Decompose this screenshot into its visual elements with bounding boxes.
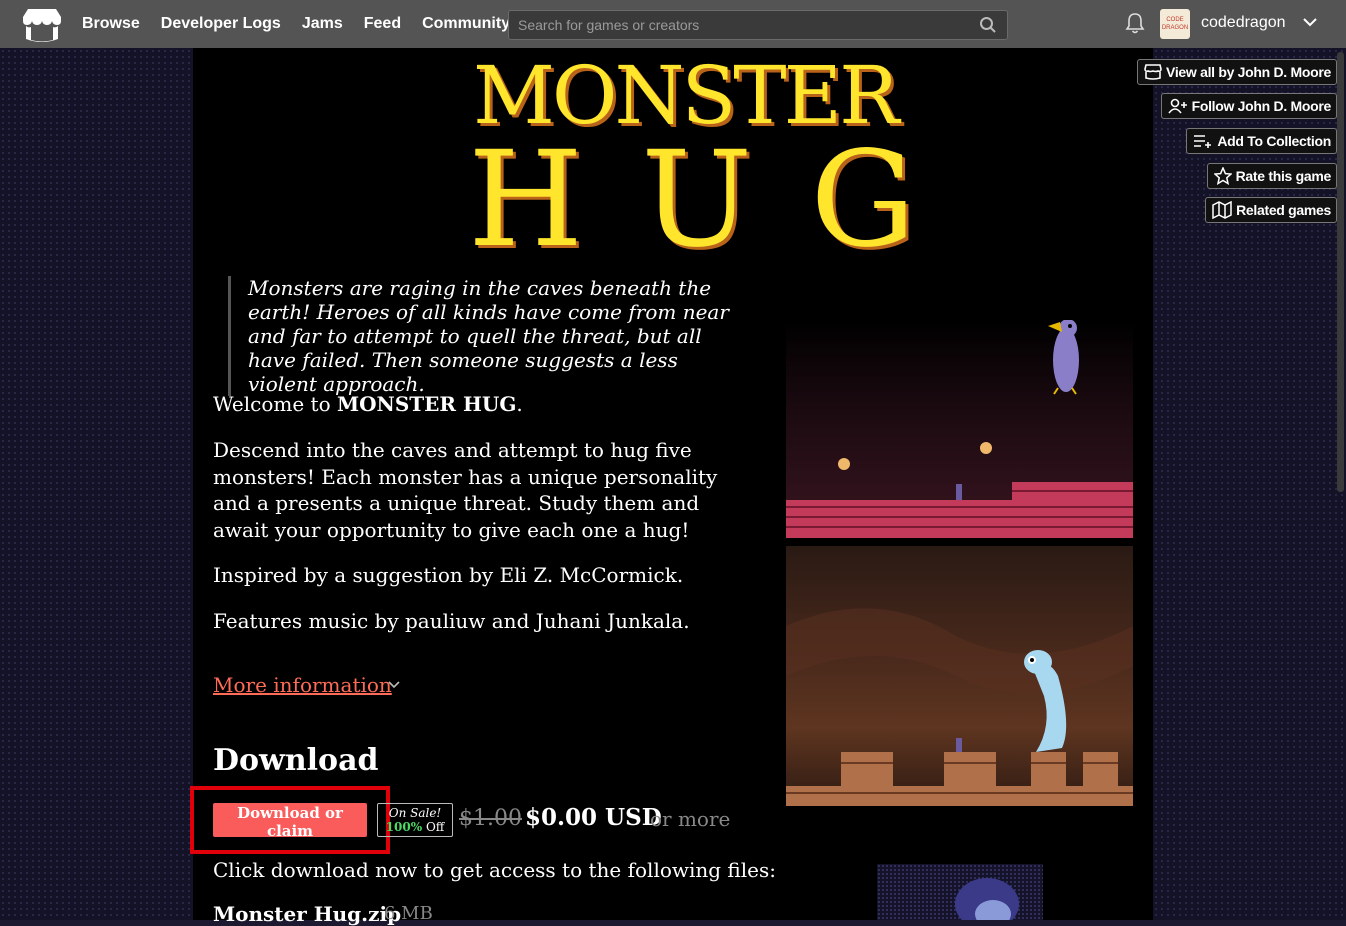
map-icon: [1212, 201, 1232, 219]
itchio-small-icon: [1144, 64, 1162, 80]
follow-label: Follow John D. Moore: [1191, 98, 1332, 114]
screenshot-bird-monster[interactable]: [786, 320, 1133, 538]
search-box: [508, 10, 1008, 40]
screenshot-art: [955, 878, 1019, 920]
sale-percent: 100%: [385, 820, 423, 834]
inspiration-paragraph: Inspired by a suggestion by Eli Z. McCor…: [213, 563, 684, 587]
nav-feed[interactable]: Feed: [364, 15, 401, 33]
main-nav: Browse Developer Logs Jams Feed Communit…: [82, 0, 531, 48]
add-user-icon: [1167, 98, 1187, 114]
sale-label: On Sale!: [388, 806, 442, 820]
playlist-add-icon: [1194, 135, 1212, 148]
sale-badge: On Sale! 100% Off: [377, 803, 453, 837]
sale-off-label: Off: [422, 820, 445, 834]
itchio-logo-icon[interactable]: [22, 7, 62, 43]
user-avatar[interactable]: CODE DRAGON: [1160, 9, 1190, 39]
star-icon: [1213, 167, 1232, 185]
top-bar: Browse Developer Logs Jams Feed Communit…: [0, 0, 1346, 48]
related-label: Related games: [1236, 202, 1331, 218]
description-paragraph: Descend into the caves and attempt to hu…: [213, 438, 718, 542]
view-all-label: View all by John D. Moore: [1166, 64, 1331, 80]
notification-bell-icon[interactable]: [1125, 12, 1145, 34]
screenshot-art: [786, 608, 1133, 806]
rate-game-button[interactable]: Rate this game: [1206, 163, 1337, 189]
nav-community[interactable]: Community: [422, 15, 510, 33]
screenshot-portrait[interactable]: [877, 864, 1043, 920]
rate-label: Rate this game: [1235, 168, 1332, 184]
add-to-collection-button[interactable]: Add To Collection: [1186, 128, 1337, 154]
file-size: 6 MB: [384, 903, 433, 924]
collection-label: Add To Collection: [1217, 133, 1331, 149]
search-input[interactable]: [509, 11, 967, 39]
nav-browse[interactable]: Browse: [82, 15, 140, 33]
chevron-down-icon[interactable]: [1302, 16, 1318, 28]
sale-price: $0.00 USD: [525, 804, 662, 831]
music-credit-paragraph: Features music by pauliuw and Juhani Jun…: [213, 609, 690, 633]
chevron-down-icon[interactable]: [387, 680, 401, 690]
follow-author-button[interactable]: Follow John D. Moore: [1160, 93, 1337, 119]
welcome-paragraph: Welcome to MONSTER HUG.: [213, 391, 758, 418]
welcome-prefix: Welcome to: [213, 392, 337, 416]
welcome-game-name: MONSTER HUG: [337, 392, 517, 416]
game-title-line2: HUG: [468, 123, 974, 277]
nav-jams[interactable]: Jams: [302, 15, 343, 33]
description-quote: Monsters are raging in the caves beneath…: [228, 276, 748, 396]
file-name: Monster Hug.zip: [213, 902, 402, 926]
search-icon[interactable]: [979, 16, 997, 34]
download-instructions: Click download now to get access to the …: [213, 858, 777, 882]
page-background-left: [0, 48, 193, 920]
nav-developer-logs[interactable]: Developer Logs: [161, 15, 281, 33]
or-more-label: or more: [650, 807, 731, 831]
username[interactable]: codedragon: [1201, 14, 1286, 32]
download-or-claim-button[interactable]: Download or claim: [213, 803, 367, 840]
welcome-suffix: .: [516, 392, 523, 416]
view-all-by-author-button[interactable]: View all by John D. Moore: [1137, 59, 1337, 85]
page-scrollbar[interactable]: [1337, 52, 1344, 492]
related-games-button[interactable]: Related games: [1205, 197, 1337, 223]
download-heading: Download: [213, 743, 379, 778]
screenshot-art: [786, 320, 1133, 538]
more-information-link[interactable]: More information: [213, 673, 392, 697]
screenshot-worm-monster[interactable]: [786, 546, 1133, 806]
original-price: $1.00: [459, 806, 522, 831]
